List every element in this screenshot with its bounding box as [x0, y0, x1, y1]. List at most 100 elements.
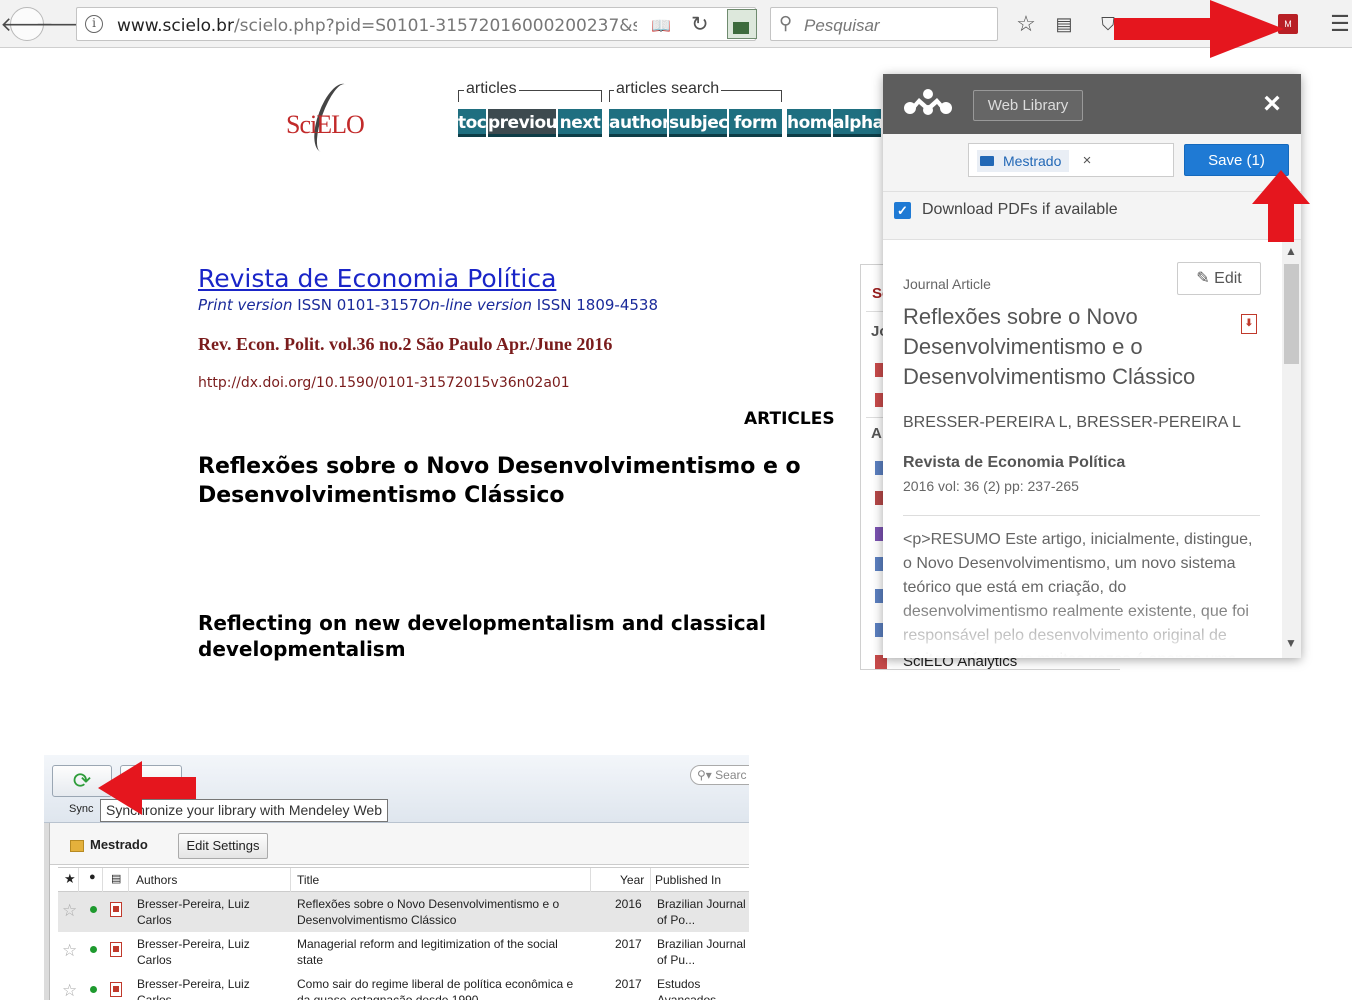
remove-folder-icon[interactable]: ×	[1083, 150, 1092, 172]
cell-title: Como sair do regime liberal de política …	[297, 977, 574, 1000]
forward-arrow-icon[interactable]: 🡒	[35, 8, 89, 40]
reference-journal: Revista de Economia Política	[903, 454, 1126, 471]
folder-icon	[70, 840, 84, 852]
folder-selector-field[interactable]: Mestrado ×	[968, 143, 1174, 177]
reference-publication-details: 2016 vol: 36 (2) pp: 237-265	[903, 478, 1079, 494]
issn-online: ISSN 1809-4538	[536, 296, 658, 314]
favorite-column-icon[interactable]: ★	[64, 871, 76, 887]
read-status-icon[interactable]	[90, 986, 97, 993]
table-row[interactable]: ☆ Bresser-Pereira, Luiz Carlos Como sair…	[58, 972, 749, 1000]
reference-authors: BRESSER-PEREIRA L, BRESSER-PEREIRA L	[903, 414, 1241, 431]
issn-print-label: Print version	[198, 296, 293, 314]
red-arrow-annotation	[98, 761, 196, 815]
red-arrow-annotation	[1114, 0, 1284, 58]
issn-line: Print version ISSN 0101-3157On-line vers…	[198, 296, 658, 314]
sidebar-subheading-article: A	[871, 425, 882, 442]
sync-icon: ⟳	[72, 768, 92, 793]
nav-group-articles-label: articles	[464, 80, 519, 98]
journal-title-link[interactable]: Revista de Economia Política	[198, 264, 556, 293]
read-status-column-icon[interactable]: ●	[89, 871, 96, 883]
download-pdfs-checkbox[interactable]: ✓	[894, 202, 911, 219]
reload-icon[interactable]: ↻	[691, 12, 709, 37]
read-status-icon[interactable]	[90, 906, 97, 913]
scrollbar-thumb[interactable]	[1284, 264, 1299, 364]
scroll-up-icon[interactable]: ▲	[1285, 244, 1297, 258]
cell-authors: Bresser-Pereira, Luiz Carlos	[137, 897, 250, 927]
column-published-in[interactable]: Published In	[655, 873, 721, 887]
article-title-pt: Reflexões sobre o Novo Desenvolvimentism…	[198, 454, 801, 508]
url-bar[interactable]: i www.scielo.br/scielo.php?pid=S0101-315…	[76, 7, 756, 41]
url-text[interactable]: www.scielo.br/scielo.php?pid=S0101-31572…	[117, 16, 637, 36]
table-row[interactable]: ☆ Bresser-Pereira, Luiz Carlos Manageria…	[58, 932, 749, 972]
nav-previous-button[interactable]: previous	[488, 109, 567, 137]
nav-alpha-button[interactable]: alpha	[833, 109, 884, 137]
save-bar: Mestrado × Save (1)	[883, 134, 1301, 192]
extension-icon[interactable]	[727, 9, 757, 39]
screenshot-root: 🡐 🡒 i www.scielo.br/scielo.php?pid=S0101…	[0, 0, 1352, 1000]
table-row[interactable]: ☆ Bresser-Pereira, Luiz Carlos Reflexões…	[58, 892, 749, 932]
mendeley-importer-popup: Web Library × Mestrado × Save (1) ✓ Down…	[883, 74, 1301, 658]
reader-view-icon[interactable]: 📖	[651, 16, 671, 36]
file-column-icon[interactable]: ▤	[111, 872, 121, 885]
cell-published-in: Brazilian Journal of Po...	[657, 897, 746, 927]
folder-name: Mestrado	[90, 837, 148, 852]
mendeley-logo-icon	[904, 89, 952, 115]
cell-published-in: Brazilian Journal of Pu...	[657, 937, 746, 967]
edit-settings-button[interactable]: Edit Settings	[178, 833, 268, 859]
info-icon[interactable]: i	[85, 15, 103, 33]
download-pdfs-label[interactable]: Download PDFs if available	[922, 201, 1118, 219]
nav-form-button[interactable]: form	[729, 109, 782, 137]
issn-online-label: On-line version	[418, 296, 532, 314]
nav-next-button[interactable]: next	[558, 109, 602, 137]
documents-table: ★ ● ▤ Authors Title Year Published In ☆ …	[58, 867, 749, 1000]
folder-icon	[980, 156, 994, 166]
column-separator	[128, 868, 129, 893]
favorite-star-icon[interactable]: ☆	[62, 941, 77, 961]
nav-author-button[interactable]: author	[609, 109, 670, 137]
doi-link[interactable]: http://dx.doi.org/10.1590/0101-31572015v…	[198, 375, 570, 391]
scielo-logo-text: SciELO	[286, 110, 365, 139]
scielo-logo[interactable]: SciELO	[282, 79, 382, 160]
column-separator	[78, 868, 79, 893]
column-separator	[102, 868, 103, 893]
favorite-star-icon[interactable]: ☆	[62, 981, 77, 1000]
hamburger-menu-icon[interactable]: ☰	[1324, 8, 1352, 40]
desktop-search-input[interactable]: ⚲▾ Searc	[690, 765, 749, 785]
desktop-search-placeholder: Searc	[715, 768, 747, 782]
pdf-icon[interactable]	[110, 982, 122, 997]
pdf-icon[interactable]	[110, 942, 122, 957]
column-separator	[290, 868, 291, 893]
nav-subject-button[interactable]: subject	[669, 109, 736, 137]
pencil-icon: ✎	[1196, 270, 1210, 287]
table-header: ★ ● ▤ Authors Title Year Published In	[58, 867, 749, 893]
folder-bar: Mestrado Edit Settings	[50, 823, 749, 865]
nav-home-button[interactable]: home	[787, 109, 839, 137]
column-authors[interactable]: Authors	[136, 873, 177, 887]
reference-details: Journal Article ✎ Edit Reflexões sobre o…	[883, 240, 1301, 658]
scroll-down-icon[interactable]: ▼	[1285, 636, 1297, 650]
reference-title: Reflexões sobre o Novo Desenvolvimentism…	[903, 304, 1196, 389]
section-label: ARTICLES	[744, 409, 835, 429]
details-divider	[903, 515, 1260, 516]
issue-line: Rev. Econ. Polit. vol.36 no.2 São Paulo …	[198, 334, 613, 354]
item-type: Journal Article	[903, 276, 991, 292]
column-title[interactable]: Title	[297, 873, 319, 887]
cell-year: 2016	[615, 897, 642, 911]
web-library-button[interactable]: Web Library	[973, 90, 1083, 121]
library-icon[interactable]: ▤	[1048, 8, 1080, 40]
cell-year: 2017	[615, 937, 642, 951]
star-icon[interactable]: ☆	[1010, 8, 1042, 40]
close-icon[interactable]: ×	[1257, 86, 1287, 122]
popup-header: Web Library ×	[883, 74, 1301, 134]
edit-button[interactable]: ✎ Edit	[1177, 262, 1261, 295]
url-path: /scielo.php?pid=S0101-31572016000200237&…	[233, 16, 637, 36]
popup-scrollbar[interactable]: ▲ ▼	[1282, 240, 1301, 658]
read-status-icon[interactable]	[90, 946, 97, 953]
pdf-icon[interactable]	[110, 902, 122, 917]
search-bar[interactable]: ⚲ Pesquisar	[770, 7, 998, 41]
nav-toc-button[interactable]: toc	[458, 109, 487, 137]
cell-title: Reflexões sobre o Novo Desenvolvimentism…	[297, 897, 560, 927]
column-year[interactable]: Year	[620, 873, 644, 887]
favorite-star-icon[interactable]: ☆	[62, 901, 77, 921]
nav-group-search-label: articles search	[614, 80, 722, 98]
